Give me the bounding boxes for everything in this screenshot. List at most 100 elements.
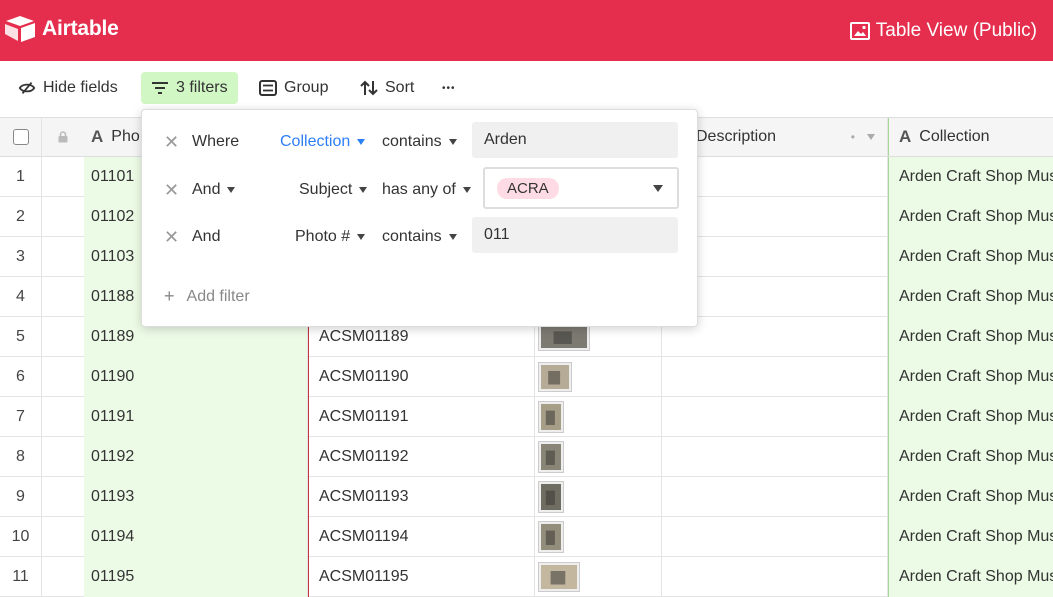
collection-cell[interactable]: Arden Craft Shop Mus xyxy=(888,437,1053,477)
sort-button[interactable]: Sort xyxy=(350,72,424,104)
row-number[interactable]: 3 xyxy=(0,237,42,277)
thumbnail-cell[interactable] xyxy=(535,357,662,397)
filter-operator-select[interactable]: has any of xyxy=(382,181,471,199)
photo-thumbnail[interactable] xyxy=(538,521,564,553)
filter-operator-select[interactable]: contains xyxy=(382,228,457,246)
description-cell[interactable] xyxy=(662,557,888,597)
column-menu-chevron-icon[interactable] xyxy=(867,134,875,140)
lock-icon xyxy=(58,131,68,143)
collection-cell[interactable]: Arden Craft Shop Mus xyxy=(888,197,1053,237)
group-button[interactable]: Group xyxy=(249,72,338,104)
table-row[interactable]: 11 01195 ACSM01195 Arden Craft Shop Mus xyxy=(0,557,1053,597)
row-number[interactable]: 7 xyxy=(0,397,42,437)
table-row[interactable]: 8 01192 ACSM01192 Arden Craft Shop Mus xyxy=(0,437,1053,477)
select-all-cell[interactable] xyxy=(0,118,42,156)
record-id-cell[interactable]: ACSM01190 xyxy=(308,357,535,397)
collection-cell[interactable]: Arden Craft Shop Mus xyxy=(888,477,1053,517)
filter-operator-label: contains xyxy=(382,133,442,150)
filter-row: ✕ Where Collection contains Arden xyxy=(142,122,699,162)
photo-number-cell[interactable]: 01191 xyxy=(84,397,308,437)
description-cell[interactable] xyxy=(662,397,888,437)
collection-cell[interactable]: Arden Craft Shop Mus xyxy=(888,557,1053,597)
selected-option-chip[interactable]: ACRA xyxy=(497,177,559,199)
record-id-cell[interactable]: ACSM01194 xyxy=(308,517,535,557)
row-number[interactable]: 6 xyxy=(0,357,42,397)
description-cell[interactable] xyxy=(662,517,888,557)
chevron-down-icon xyxy=(448,234,457,240)
description-cell[interactable] xyxy=(662,357,888,397)
filter-conjunction-select[interactable]: And xyxy=(192,181,236,199)
description-cell[interactable] xyxy=(662,437,888,477)
collection-cell[interactable]: Arden Craft Shop Mus xyxy=(888,397,1053,437)
column-header-collection[interactable]: A Collection xyxy=(888,118,1053,156)
photo-number-cell[interactable]: 01194 xyxy=(84,517,308,557)
remove-filter-icon[interactable]: ✕ xyxy=(164,227,179,248)
photo-number-cell[interactable]: 01193 xyxy=(84,477,308,517)
photo-thumbnail[interactable] xyxy=(538,362,572,392)
text-field-icon: A xyxy=(91,127,104,146)
row-number[interactable]: 1 xyxy=(0,157,42,197)
collection-value: Arden Craft Shop Mus xyxy=(899,368,1053,385)
thumbnail-cell[interactable] xyxy=(535,437,662,477)
remove-filter-icon[interactable]: ✕ xyxy=(164,132,179,153)
select-all-checkbox[interactable] xyxy=(12,129,29,145)
add-filter-label: Add filter xyxy=(186,287,250,305)
row-number[interactable]: 4 xyxy=(0,277,42,317)
row-number[interactable]: 11 xyxy=(0,557,42,597)
collection-cell[interactable]: Arden Craft Shop Mus xyxy=(888,237,1053,277)
row-lock-cell xyxy=(42,517,84,557)
row-number[interactable]: 5 xyxy=(0,317,42,357)
row-lock-cell xyxy=(42,437,84,477)
row-number[interactable]: 9 xyxy=(0,477,42,517)
collection-cell[interactable]: Arden Craft Shop Mus xyxy=(888,517,1053,557)
row-number[interactable]: 8 xyxy=(0,437,42,477)
record-id-cell[interactable]: ACSM01191 xyxy=(308,397,535,437)
filter-field-select[interactable]: Photo # xyxy=(295,228,366,246)
filter-value-input[interactable]: 011 xyxy=(472,217,678,253)
table-row[interactable]: 7 01191 ACSM01191 Arden Craft Shop Mus xyxy=(0,397,1053,437)
filter-field-select[interactable]: Subject xyxy=(299,181,368,199)
photo-thumbnail[interactable] xyxy=(538,562,580,592)
chevron-down-icon xyxy=(653,185,663,192)
collection-cell[interactable]: Arden Craft Shop Mus xyxy=(888,157,1053,197)
hide-fields-button[interactable]: Hide fields xyxy=(8,72,128,104)
photo-thumbnail[interactable] xyxy=(538,323,590,351)
photo-thumbnail[interactable] xyxy=(538,441,564,473)
collection-cell[interactable]: Arden Craft Shop Mus xyxy=(888,317,1053,357)
remove-filter-icon[interactable]: ✕ xyxy=(164,180,179,201)
thumbnail-cell[interactable] xyxy=(535,517,662,557)
record-id-cell[interactable]: ACSM01193 xyxy=(308,477,535,517)
table-row[interactable]: 6 01190 ACSM01190 Arden Craft Shop Mus xyxy=(0,357,1053,397)
filter-value-input[interactable]: Arden xyxy=(472,122,678,158)
column-header-description-label: Description xyxy=(696,128,777,145)
airtable-logo[interactable]: Airtable xyxy=(4,15,119,43)
photo-number-cell[interactable]: 01192 xyxy=(84,437,308,477)
table-row[interactable]: 9 01193 ACSM01193 Arden Craft Shop Mus xyxy=(0,477,1053,517)
row-number-label: 11 xyxy=(12,568,29,585)
description-cell[interactable] xyxy=(662,477,888,517)
thumbnail-cell[interactable] xyxy=(535,557,662,597)
more-icon: ••• xyxy=(442,82,456,94)
photo-thumbnail[interactable] xyxy=(538,481,564,513)
filters-button[interactable]: 3 filters xyxy=(141,72,238,104)
table-row[interactable]: 10 01194 ACSM01194 Arden Craft Shop Mus xyxy=(0,517,1053,557)
row-number[interactable]: 2 xyxy=(0,197,42,237)
record-id-cell[interactable]: ACSM01195 xyxy=(308,557,535,597)
photo-number-cell[interactable]: 01195 xyxy=(84,557,308,597)
filter-value-select[interactable]: ACRA xyxy=(483,167,679,209)
record-id-value: ACSM01195 xyxy=(319,568,409,585)
photo-number-cell[interactable]: 01190 xyxy=(84,357,308,397)
record-id-cell[interactable]: ACSM01192 xyxy=(308,437,535,477)
row-number[interactable]: 10 xyxy=(0,517,42,557)
image-icon xyxy=(849,22,870,40)
more-options-button[interactable]: ••• xyxy=(432,72,466,104)
thumbnail-cell[interactable] xyxy=(535,477,662,517)
collection-cell[interactable]: Arden Craft Shop Mus xyxy=(888,277,1053,317)
filter-operator-select[interactable]: contains xyxy=(382,133,457,151)
filter-field-select[interactable]: Collection xyxy=(280,133,366,151)
add-filter-button[interactable]: + Add filter xyxy=(164,286,250,307)
collection-cell[interactable]: Arden Craft Shop Mus xyxy=(888,357,1053,397)
photo-thumbnail[interactable] xyxy=(538,401,564,433)
thumbnail-cell[interactable] xyxy=(535,397,662,437)
chevron-down-icon xyxy=(359,187,368,193)
